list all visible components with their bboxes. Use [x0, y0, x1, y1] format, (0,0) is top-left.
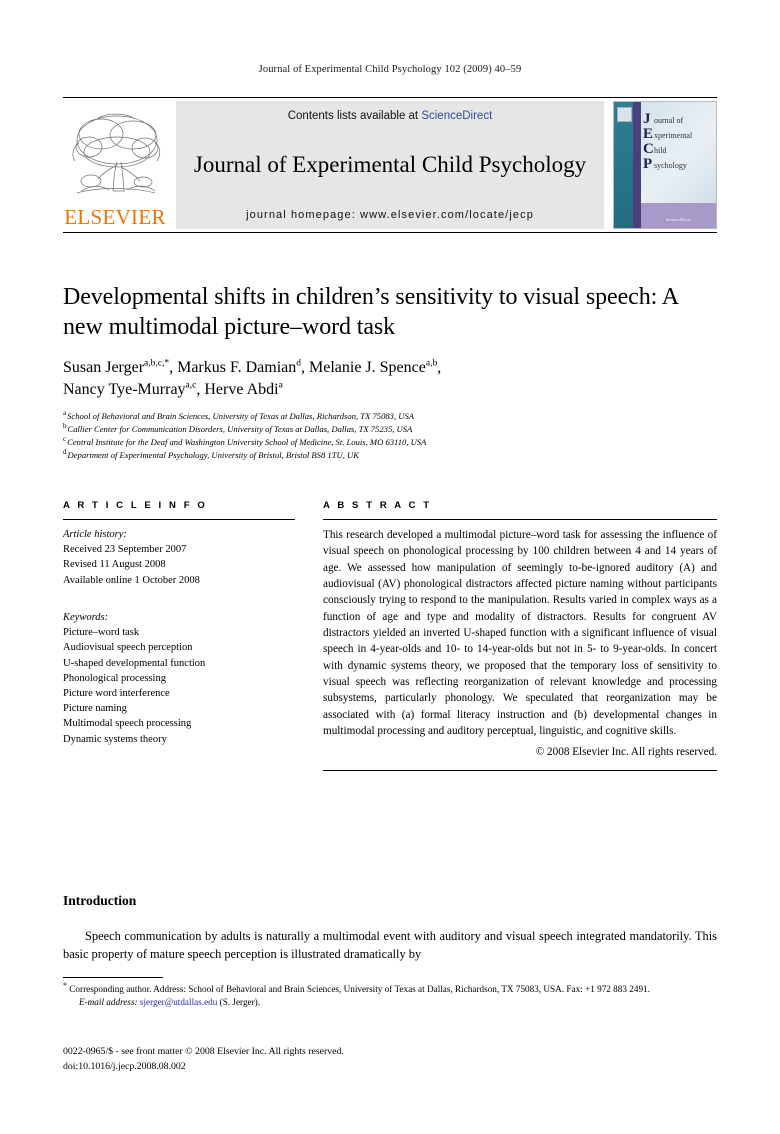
cover-bottom-band: ScienceDirect — [641, 203, 716, 228]
affiliation-text: Department of Experimental Psychology, U… — [67, 449, 359, 460]
contents-lists-line: Contents lists available at ScienceDirec… — [288, 110, 493, 122]
author-list: Susan Jergera,b,c,*, Markus F. Damiand, … — [63, 358, 442, 398]
author-name: Melanie J. Spence — [309, 358, 426, 376]
article-history-label: Article history: — [63, 529, 127, 540]
author-name: Nancy Tye-Murray — [63, 380, 186, 398]
corresponding-author-mark: * — [63, 980, 67, 990]
abstract-rule — [323, 519, 717, 520]
issn-copyright-line: 0022-0965/$ - see front matter © 2008 El… — [63, 1046, 344, 1057]
keyword-item: U-shaped developmental function — [63, 657, 206, 669]
keyword-item: Audiovisual speech perception — [63, 642, 193, 654]
keyword-item: Dynamic systems theory — [63, 733, 167, 745]
affiliation-item: bCallier Center for Communication Disord… — [63, 422, 723, 436]
sciencedirect-banner: Contents lists available at ScienceDirec… — [176, 101, 604, 229]
contents-prefix-text: Contents lists available at — [287, 110, 422, 122]
abstract-heading: A B S T R A C T — [323, 500, 432, 511]
masthead-bottom-rule — [63, 232, 717, 233]
affiliation-item: aSchool of Behavioral and Brain Sciences… — [63, 409, 723, 423]
paper-page: Journal of Experimental Child Psychology… — [0, 0, 780, 1134]
cover-rest-e: xperimental — [654, 131, 693, 140]
elsevier-wordmark: ELSEVIER — [64, 205, 166, 229]
email-suffix: (S. Jerger). — [219, 997, 261, 1008]
sciencedirect-link[interactable]: ScienceDirect — [421, 110, 492, 122]
journal-cover-thumbnail: Journal of Experimental Child Psychology… — [613, 101, 717, 229]
author-entry: Markus F. Damiand — [177, 358, 301, 376]
cover-rest-c: hild — [654, 146, 667, 155]
affiliation-list: aSchool of Behavioral and Brain Sciences… — [63, 409, 723, 462]
affiliation-item: cCentral Institute for the Deaf and Wash… — [63, 435, 723, 449]
author-affil-mark: a,c — [185, 380, 197, 391]
affiliation-text: Callier Center for Communication Disorde… — [67, 423, 413, 434]
cover-elsevier-mark-icon — [617, 107, 632, 122]
elsevier-tree-icon — [67, 107, 163, 207]
cover-rest-p: sychology — [654, 161, 687, 170]
abstract-copyright: © 2008 Elsevier Inc. All rights reserved… — [535, 746, 717, 759]
cover-bottom-logo-text: ScienceDirect — [665, 217, 692, 222]
email-footnote: E-mail address: sjerger@utdallas.edu (S.… — [63, 996, 717, 1009]
keyword-item: Phonological processing — [63, 672, 166, 684]
section-heading-introduction: Introduction — [63, 893, 137, 908]
running-head: Journal of Experimental Child Psychology… — [258, 64, 522, 75]
article-info-column: A R T I C L E I N F O Article history: R… — [63, 500, 295, 771]
author-entry: Nancy Tye-Murraya,c — [63, 381, 196, 398]
keywords-label: Keywords: — [63, 611, 109, 623]
masthead-top-rule — [63, 97, 717, 98]
cover-title-stack: Journal of Experimental Child Psychology — [643, 111, 693, 172]
footnote-separator-rule — [63, 977, 163, 978]
affiliation-item: dDepartment of Experimental Psychology, … — [63, 448, 723, 462]
affiliation-text: Central Institute for the Deaf and Washi… — [67, 436, 427, 447]
cover-cap-p: P — [643, 156, 653, 172]
corresponding-author-text: Corresponding author. Address: School of… — [69, 984, 650, 994]
author-entry: Melanie J. Spencea,b — [309, 358, 438, 376]
page-title: Developmental shifts in children’s sensi… — [63, 284, 678, 340]
author-name: Susan Jerger — [63, 358, 145, 376]
author-entry: Herve Abdia — [204, 381, 282, 398]
article-history-revised: Revised 11 August 2008 — [63, 559, 166, 571]
cover-purple-bar — [633, 102, 641, 228]
journal-homepage-line[interactable]: journal homepage: www.elsevier.com/locat… — [246, 209, 534, 221]
article-info-heading: A R T I C L E I N F O — [63, 500, 208, 511]
abstract-bottom-rule — [323, 769, 717, 771]
footnote-block: * Corresponding author. Address: School … — [63, 980, 717, 1010]
keyword-item: Picture word interference — [63, 687, 170, 699]
doi-line: doi:10.1016/j.jecp.2008.08.002 — [63, 1060, 186, 1072]
author-name: Markus F. Damian — [177, 358, 297, 376]
introduction-paragraph: Speech communication by adults is natura… — [63, 929, 717, 961]
email-link[interactable]: sjerger@utdallas.edu — [140, 997, 217, 1007]
elsevier-logo: ELSEVIER — [63, 101, 167, 229]
title-block: Developmental shifts in children’s sensi… — [63, 283, 723, 462]
keyword-item: Multimodal speech processing — [63, 718, 192, 730]
article-info-rule — [63, 519, 295, 520]
corresponding-author-footnote: * Corresponding author. Address: School … — [63, 980, 717, 996]
email-label: E-mail address: — [79, 997, 138, 1008]
keyword-item: Picture–word task — [63, 627, 140, 639]
author-affil-mark: a — [278, 380, 283, 391]
abstract-text: This research developed a multimodal pic… — [323, 529, 717, 738]
front-matter-block: 0022-0965/$ - see front matter © 2008 El… — [63, 1045, 717, 1074]
affiliation-text: School of Behavioral and Brain Sciences,… — [67, 410, 415, 421]
journal-masthead: ELSEVIER Contents lists available at Sci… — [63, 97, 717, 233]
article-history-online: Available online 1 October 2008 — [63, 574, 200, 586]
column-gap — [295, 500, 323, 771]
author-affil-mark: a,b — [425, 358, 438, 369]
article-history-received: Received 23 September 2007 — [63, 544, 187, 556]
cover-rest-j: ournal of — [654, 116, 684, 125]
info-abstract-columns: A R T I C L E I N F O Article history: R… — [63, 500, 717, 771]
author-entry: Susan Jergera,b,c,* — [63, 358, 170, 376]
journal-title: Journal of Experimental Child Psychology — [193, 152, 587, 178]
keyword-item: Picture naming — [63, 703, 127, 715]
author-name: Herve Abdi — [204, 380, 279, 398]
abstract-column: A B S T R A C T This research developed … — [323, 500, 717, 771]
author-affil-mark: a,b,c,* — [144, 358, 170, 369]
author-affil-mark: d — [296, 358, 301, 369]
